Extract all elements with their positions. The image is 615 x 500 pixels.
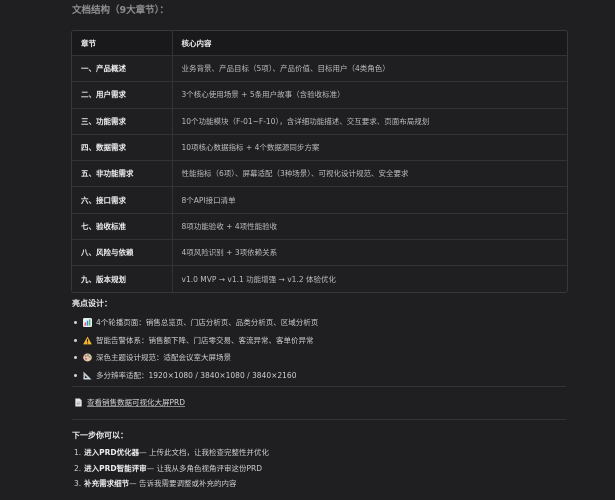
list-item: 1. 进入PRD优化器 — 上传此文档，让我检查完整性并优化	[74, 445, 269, 461]
chapter-cell: 三、功能需求	[72, 108, 173, 135]
content-cell: 性能指标（6项）、屏幕适配（3种场景）、可视化设计规范、安全要求	[172, 160, 567, 188]
highlight-prefix: 智能告警体系：	[96, 335, 149, 345]
column-header-chapter: 章节	[72, 31, 173, 56]
highlight-text: 1920×1080 / 3840×1080 / 3840×2160	[148, 370, 297, 380]
content-cell: 4项风险识别 + 3项依赖关系	[172, 239, 567, 267]
bullet-dot	[74, 321, 77, 325]
highlight-text: 适配会议室大屏场景	[163, 353, 232, 363]
chapter-cell: 七、验收标准	[72, 213, 173, 241]
table-row: 五、非功能需求 性能指标（6项）、屏幕适配（3种场景）、可视化设计规范、安全要求	[72, 160, 567, 188]
list-item: 多分辨率适配： 1920×1080 / 3840×1080 / 3840×216…	[74, 367, 318, 385]
step-action: 补充需求细节	[84, 479, 130, 489]
next-steps-list: 1. 进入PRD优化器 — 上传此文档，让我检查完整性并优化 2. 进入PRD智…	[74, 445, 269, 492]
chapter-cell: 九、版本规划	[72, 265, 173, 292]
highlights-list: 4个轮播页面： 销售总览页、门店分析页、品类分析页、区域分析页 智能告警体系： …	[74, 314, 318, 384]
chapter-cell: 五、非功能需求	[72, 160, 173, 188]
content-cell: 8项功能验收 + 4项性能验收	[172, 213, 567, 241]
chapter-cell: 六、接口需求	[72, 186, 173, 214]
warning-icon	[83, 336, 92, 345]
content-cell: 10个功能模块（F-01~F-10），含详细功能描述、交互要求、页面布局规划	[172, 108, 567, 135]
table-row: 一、产品概述 业务背景、产品目标（5项）、产品价值、目标用户（4类角色）	[72, 55, 567, 83]
highlight-prefix: 4个轮播页面：	[96, 318, 146, 328]
list-item: 4个轮播页面： 销售总览页、门店分析页、品类分析页、区域分析页	[74, 314, 318, 332]
content-cell: 3个核心使用场景 + 5条用户故事（含验收标准）	[172, 81, 567, 109]
list-item: 深色主题设计规范： 适配会议室大屏场景	[74, 349, 318, 367]
palette-icon	[83, 353, 92, 362]
table-row: 二、用户需求 3个核心使用场景 + 5条用户故事（含验收标准）	[72, 81, 567, 109]
bullet-dot	[74, 356, 77, 360]
chapter-table: 章节 核心内容 一、产品概述 业务背景、产品目标（5项）、产品价值、目标用户（4…	[71, 30, 568, 293]
list-item: 2. 进入PRD智能评审 — 让我从多角色视角评审这份PRD	[74, 461, 269, 477]
content-cell: 10项核心数据指标 + 4个数据源同步方案	[172, 134, 567, 162]
section-title: 文档结构（9大章节）：	[72, 5, 169, 16]
content-cell: 8个API接口清单	[172, 186, 567, 214]
chapter-cell: 四、数据需求	[72, 134, 173, 162]
table-row: 八、风险与依赖 4项风险识别 + 3项依赖关系	[72, 239, 567, 267]
step-description: — 让我从多角色视角评审这份PRD	[146, 463, 263, 473]
divider	[72, 386, 566, 387]
divider	[72, 419, 566, 420]
table-row: 四、数据需求 10项核心数据指标 + 4个数据源同步方案	[72, 134, 567, 162]
step-number: 3.	[74, 479, 82, 489]
ruler-icon	[83, 371, 92, 380]
content-cell: v1.0 MVP → v1.1 功能增强 → v1.2 体验优化	[172, 265, 567, 292]
step-action: 进入PRD智能评审	[84, 463, 147, 473]
table-header-row: 章节 核心内容	[72, 31, 567, 56]
highlight-prefix: 多分辨率适配：	[96, 370, 149, 380]
column-header-content: 核心内容	[172, 31, 567, 56]
highlight-text: 销售额下降、门店零交易、客流异常、客单价异常	[148, 335, 314, 345]
content-cell: 业务背景、产品目标（5项）、产品价值、目标用户（4类角色）	[172, 55, 567, 83]
table-row: 七、验收标准 8项功能验收 + 4项性能验收	[72, 213, 567, 241]
table-row: 六、接口需求 8个API接口清单	[72, 186, 567, 214]
prd-document-link[interactable]: 查看销售数据可视化大屏PRD	[74, 397, 185, 408]
step-description: — 上传此文档，让我检查完整性并优化	[139, 448, 270, 458]
chapter-cell: 一、产品概述	[72, 55, 173, 83]
prd-document-link-label[interactable]: 查看销售数据可视化大屏PRD	[87, 397, 185, 408]
next-steps-heading: 下一步你可以：	[72, 431, 128, 440]
bar-chart-icon	[83, 318, 92, 328]
chapter-cell: 八、风险与依赖	[72, 239, 173, 267]
step-number: 2.	[74, 463, 82, 473]
bullet-dot	[74, 338, 77, 342]
step-description: — 告诉我需要调整或补充的内容	[129, 479, 237, 489]
table-row: 九、版本规划 v1.0 MVP → v1.1 功能增强 → v1.2 体验优化	[72, 265, 567, 292]
highlight-text: 销售总览页、门店分析页、品类分析页、区域分析页	[145, 318, 319, 328]
chapter-cell: 二、用户需求	[72, 81, 173, 109]
highlight-prefix: 深色主题设计规范：	[96, 353, 164, 363]
list-item: 3. 补充需求细节 — 告诉我需要调整或补充的内容	[74, 476, 269, 492]
bullet-dot	[74, 373, 77, 377]
list-item: 智能告警体系： 销售额下降、门店零交易、客流异常、客单价异常	[74, 332, 318, 350]
step-number: 1.	[74, 448, 82, 458]
chat-response-panel: 文档结构（9大章节）： 章节 核心内容 一、产品概述 业务背景、产品目标（5项）…	[0, 0, 615, 500]
document-icon	[75, 398, 82, 407]
table-row: 三、功能需求 10个功能模块（F-01~F-10），含详细功能描述、交互要求、页…	[72, 108, 567, 135]
highlights-heading: 亮点设计：	[72, 299, 112, 308]
step-action: 进入PRD优化器	[84, 448, 140, 458]
